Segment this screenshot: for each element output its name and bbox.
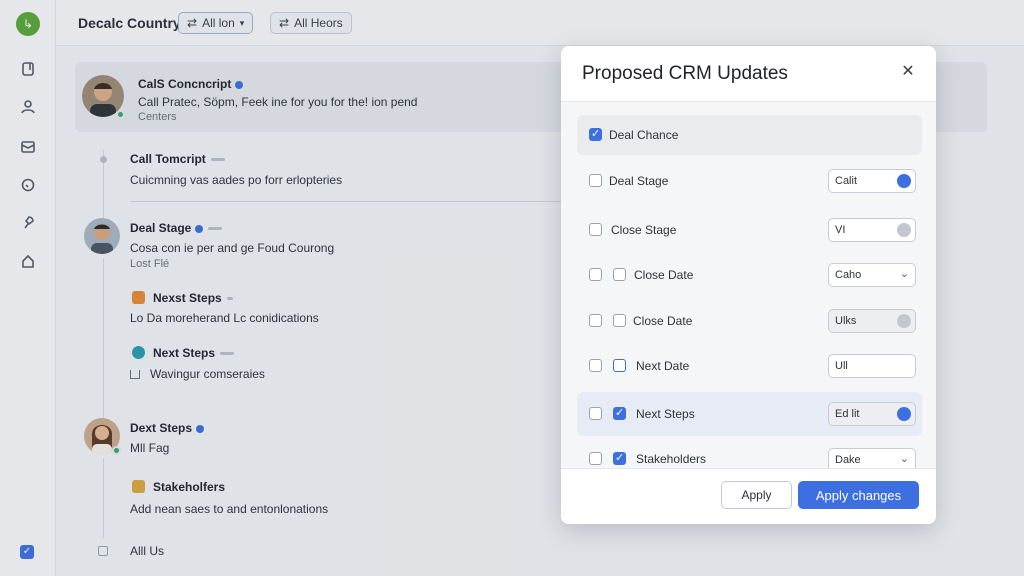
value-field[interactable]: Calit: [828, 169, 916, 193]
row-checkbox[interactable]: [613, 314, 626, 327]
value-field[interactable]: VI: [828, 218, 916, 242]
row-label: Stakeholders: [636, 452, 707, 466]
update-row-close-date[interactable]: Close Date Caho ⌄: [577, 255, 922, 295]
toggle-icon: [897, 314, 911, 328]
update-row-close-date-2[interactable]: Close Date Ulks: [577, 301, 922, 341]
value-dropdown[interactable]: Caho ⌄: [828, 263, 916, 287]
field-value: Dake: [835, 454, 861, 466]
crm-updates-dialog: Proposed CRM Updates ✕ Deal Chance Deal …: [561, 46, 936, 524]
row-checkbox[interactable]: [613, 451, 626, 465]
update-row-close-stage[interactable]: Close Stage VI: [577, 210, 922, 250]
row-label: Close Date: [634, 268, 694, 282]
field-value: Ulks: [835, 315, 857, 327]
field-value: Ull: [835, 360, 848, 372]
field-value: Calit: [835, 175, 858, 187]
row-checkbox[interactable]: [589, 268, 602, 281]
row-checkbox[interactable]: [613, 406, 626, 420]
apply-changes-button[interactable]: Apply changes: [798, 481, 919, 509]
toggle-icon: [897, 223, 911, 237]
row-checkbox[interactable]: [589, 127, 602, 141]
update-row-deal-stage[interactable]: Deal Stage Calit: [577, 161, 922, 201]
toggle-icon: [897, 407, 911, 421]
row-checkbox[interactable]: [589, 314, 602, 327]
update-row-next-date[interactable]: Next Date Ull: [577, 346, 922, 386]
row-label: Close Stage: [611, 223, 677, 237]
close-icon[interactable]: ✕: [900, 64, 916, 80]
row-label: Deal Chance: [609, 128, 679, 142]
update-row-deal-chance[interactable]: Deal Chance: [577, 115, 922, 155]
chevron-down-icon: ⌄: [899, 268, 909, 280]
dialog-header: Proposed CRM Updates ✕: [561, 46, 936, 102]
update-row-next-steps[interactable]: Next Steps Ed lit: [577, 392, 922, 436]
row-checkbox[interactable]: [589, 407, 602, 420]
value-dropdown[interactable]: Dake ⌄: [828, 448, 916, 468]
value-field[interactable]: Ull: [828, 354, 916, 378]
row-label: Next Date: [636, 359, 690, 373]
row-label: Deal Stage: [609, 174, 669, 188]
dialog-title: Proposed CRM Updates: [582, 63, 788, 84]
row-label: Next Steps: [636, 407, 695, 421]
row-checkbox[interactable]: [589, 174, 602, 187]
row-label: Close Date: [633, 314, 693, 328]
update-row-stakeholders[interactable]: Stakeholders Dake ⌄: [577, 440, 922, 468]
field-value: Ed lit: [835, 408, 860, 420]
field-value: VI: [835, 224, 846, 236]
row-checkbox[interactable]: [613, 268, 626, 281]
toggle-icon: [897, 174, 911, 188]
value-field[interactable]: Ulks: [828, 309, 916, 333]
dialog-body: Deal Chance Deal Stage Calit Close Stage…: [561, 102, 936, 468]
row-checkbox[interactable]: [613, 359, 626, 372]
row-checkbox[interactable]: [589, 359, 602, 372]
row-checkbox[interactable]: [589, 452, 602, 465]
row-checkbox[interactable]: [589, 223, 602, 236]
chevron-down-icon: ⌄: [899, 453, 909, 465]
value-field[interactable]: Ed lit: [828, 402, 916, 426]
field-value: Caho: [835, 269, 862, 281]
dialog-footer: Apply Apply changes: [561, 468, 936, 524]
apply-button[interactable]: Apply: [721, 481, 792, 509]
